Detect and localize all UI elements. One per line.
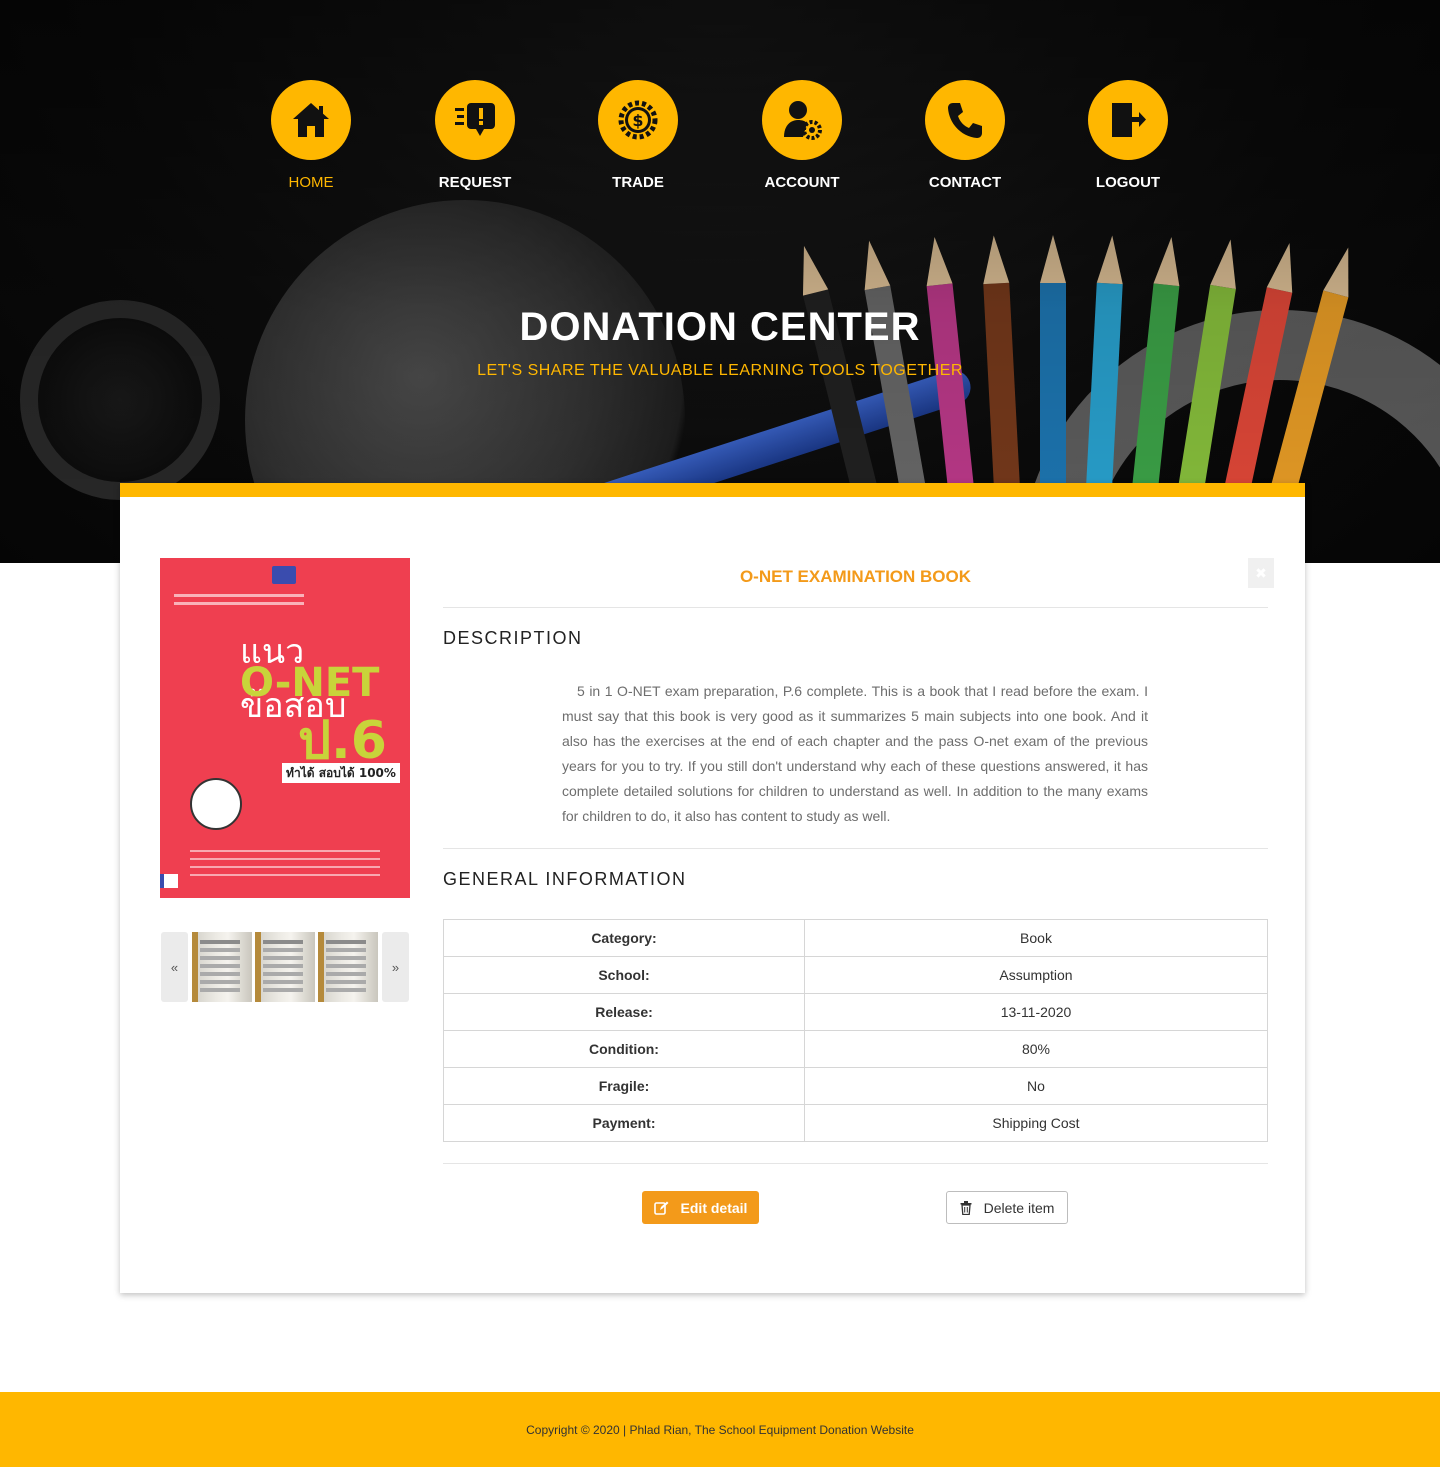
description-heading: DESCRIPTION [443, 628, 583, 648]
svg-text:$: $ [632, 111, 643, 130]
divider [443, 607, 1268, 608]
hero-banner: HOME REQUEST $ TRADE ACCOUNT CONTACT LOG… [0, 0, 1440, 563]
nav-logout-label: LOGOUT [1095, 174, 1161, 191]
cover-publisher-mark [160, 874, 178, 888]
footer: Copyright © 2020 | Phlad Rian, The Schoo… [0, 1392, 1440, 1467]
edit-icon [653, 1201, 669, 1215]
info-value-school: Assumption [804, 956, 1268, 994]
general-info-heading: GENERAL INFORMATION [443, 869, 687, 889]
publisher-logo [272, 566, 296, 584]
table-row: Category: Book [443, 919, 1268, 957]
general-info-table: Category: Book School: Assumption Releas… [443, 919, 1268, 1142]
info-value-category: Book [804, 919, 1268, 957]
info-key-release: Release: [443, 993, 805, 1031]
info-key-school: School: [443, 956, 805, 994]
item-main-image[interactable]: แนวข้อสอบ O-NET ป.6 ทำได้ สอบได้ 100% [160, 558, 410, 898]
divider [443, 848, 1268, 849]
nav-request[interactable]: REQUEST [415, 80, 535, 191]
carousel-next-button[interactable]: » [382, 932, 409, 1002]
nav-trade-label: TRADE [612, 174, 664, 191]
thumbnail-carousel: « » [161, 932, 409, 1002]
info-value-condition: 80% [804, 1030, 1268, 1068]
close-icon: ✖ [1255, 564, 1267, 581]
info-key-condition: Condition: [443, 1030, 805, 1068]
info-key-category: Category: [443, 919, 805, 957]
description-text: 5 in 1 O-NET exam preparation, P.6 compl… [562, 683, 1148, 824]
thumbnail-image[interactable] [192, 932, 252, 1002]
phone-icon [925, 80, 1005, 160]
cover-badge [190, 778, 242, 830]
edit-detail-button[interactable]: Edit detail [642, 1191, 759, 1224]
info-value-payment: Shipping Cost [804, 1104, 1268, 1142]
delete-item-button[interactable]: Delete item [946, 1191, 1068, 1224]
cover-tagline: ทำได้ สอบได้ 100% [282, 763, 400, 783]
close-button[interactable]: ✖ [1248, 558, 1274, 588]
nav-account-label: ACCOUNT [764, 174, 840, 191]
nav-request-label: REQUEST [438, 174, 512, 191]
user-gear-icon [762, 80, 842, 160]
table-row: School: Assumption [443, 956, 1268, 994]
main-nav: HOME REQUEST $ TRADE ACCOUNT CONTACT LOG… [0, 80, 1440, 200]
dollar-gear-icon: $ [598, 80, 678, 160]
edit-detail-label: Edit detail [680, 1199, 748, 1216]
item-detail-card: แนวข้อสอบ O-NET ป.6 ทำได้ สอบได้ 100% « … [120, 483, 1305, 1293]
info-value-release: 13-11-2020 [804, 993, 1268, 1031]
trash-icon [960, 1200, 972, 1215]
nav-home-label: HOME [288, 174, 334, 191]
table-row: Condition: 80% [443, 1030, 1268, 1068]
page-subtitle: LET'S SHARE THE VALUABLE LEARNING TOOLS … [477, 362, 963, 379]
thumbnail-image[interactable] [255, 932, 315, 1002]
divider [443, 1163, 1268, 1164]
info-key-fragile: Fragile: [443, 1067, 805, 1105]
page-title: DONATION CENTER [519, 305, 921, 349]
item-title: O-NET EXAMINATION BOOK [739, 567, 972, 586]
home-icon [271, 80, 351, 160]
cover-bullet-lines [190, 850, 380, 852]
table-row: Fragile: No [443, 1067, 1268, 1105]
nav-account[interactable]: ACCOUNT [742, 80, 862, 191]
nav-home[interactable]: HOME [251, 80, 371, 191]
cover-small-text [174, 594, 304, 597]
carousel-prev-button[interactable]: « [161, 932, 188, 1002]
copyright-text: Copyright © 2020 | Phlad Rian, The Schoo… [526, 1422, 914, 1437]
info-value-fragile: No [804, 1067, 1268, 1105]
nav-logout[interactable]: LOGOUT [1068, 80, 1188, 191]
info-key-payment: Payment: [443, 1104, 805, 1142]
logout-door-icon [1088, 80, 1168, 160]
table-row: Payment: Shipping Cost [443, 1104, 1268, 1142]
table-row: Release: 13-11-2020 [443, 993, 1268, 1031]
request-icon [435, 80, 515, 160]
nav-contact-label: CONTACT [928, 174, 1002, 191]
delete-item-label: Delete item [983, 1199, 1055, 1216]
nav-trade[interactable]: $ TRADE [578, 80, 698, 191]
thumbnail-image[interactable] [318, 932, 378, 1002]
nav-contact[interactable]: CONTACT [905, 80, 1025, 191]
